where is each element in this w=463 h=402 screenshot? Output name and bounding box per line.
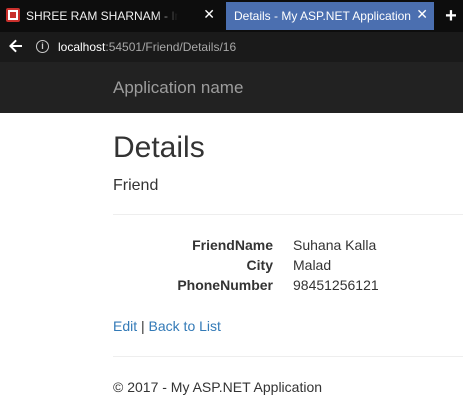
detail-label: PhoneNumber bbox=[177, 277, 273, 293]
page-subtitle: Friend bbox=[113, 177, 159, 194]
detail-value: Suhana Kalla bbox=[293, 237, 377, 253]
url-host: localhost bbox=[58, 40, 106, 54]
link-separator: | bbox=[137, 318, 149, 334]
detail-value: 98451256121 bbox=[293, 277, 379, 293]
footer-divider bbox=[113, 356, 463, 357]
browser-tab-strip: SHREE RAM SHARNAM - Inte ✕ Details - My … bbox=[0, 0, 463, 32]
edit-link[interactable]: Edit bbox=[113, 318, 137, 334]
tab-title: SHREE RAM SHARNAM - Inte bbox=[26, 9, 178, 23]
url-path: :54501/Friend/Details/16 bbox=[105, 40, 237, 54]
detail-label: City bbox=[246, 257, 273, 273]
close-tab-icon[interactable]: ✕ bbox=[203, 6, 215, 23]
divider bbox=[113, 214, 463, 215]
detail-row-city: City Malad bbox=[113, 257, 463, 277]
close-tab-icon[interactable]: ✕ bbox=[416, 6, 428, 23]
detail-value: Malad bbox=[293, 257, 332, 273]
browser-tab-details[interactable]: Details - My ASP.NET Application ✕ bbox=[226, 2, 434, 30]
browser-tab-shree-ram[interactable]: SHREE RAM SHARNAM - Inte ✕ bbox=[0, 2, 223, 30]
site-navbar: Application name bbox=[0, 62, 463, 113]
back-arrow-svg bbox=[9, 39, 22, 53]
browser-address-bar: i localhost:54501/Friend/Details/16 bbox=[0, 32, 463, 62]
url-field[interactable]: localhost:54501/Friend/Details/16 bbox=[58, 40, 236, 54]
back-to-list-link[interactable]: Back to List bbox=[149, 318, 221, 334]
page-title: Details bbox=[113, 131, 205, 164]
new-tab-icon[interactable]: + bbox=[440, 4, 462, 28]
details-list: FriendName Suhana Kalla City Malad Phone… bbox=[113, 237, 463, 297]
brand-link[interactable]: Application name bbox=[113, 78, 243, 98]
action-links: Edit | Back to List bbox=[113, 318, 221, 334]
site-info-icon[interactable]: i bbox=[36, 40, 49, 53]
detail-row-phonenumber: PhoneNumber 98451256121 bbox=[113, 277, 463, 297]
detail-row-friendname: FriendName Suhana Kalla bbox=[113, 237, 463, 257]
detail-label: FriendName bbox=[192, 237, 273, 253]
page-footer: © 2017 - My ASP.NET Application bbox=[113, 379, 323, 395]
back-arrow-icon[interactable] bbox=[8, 38, 26, 56]
tab-title: Details - My ASP.NET Application bbox=[234, 9, 411, 23]
site-favicon-icon bbox=[6, 8, 20, 22]
